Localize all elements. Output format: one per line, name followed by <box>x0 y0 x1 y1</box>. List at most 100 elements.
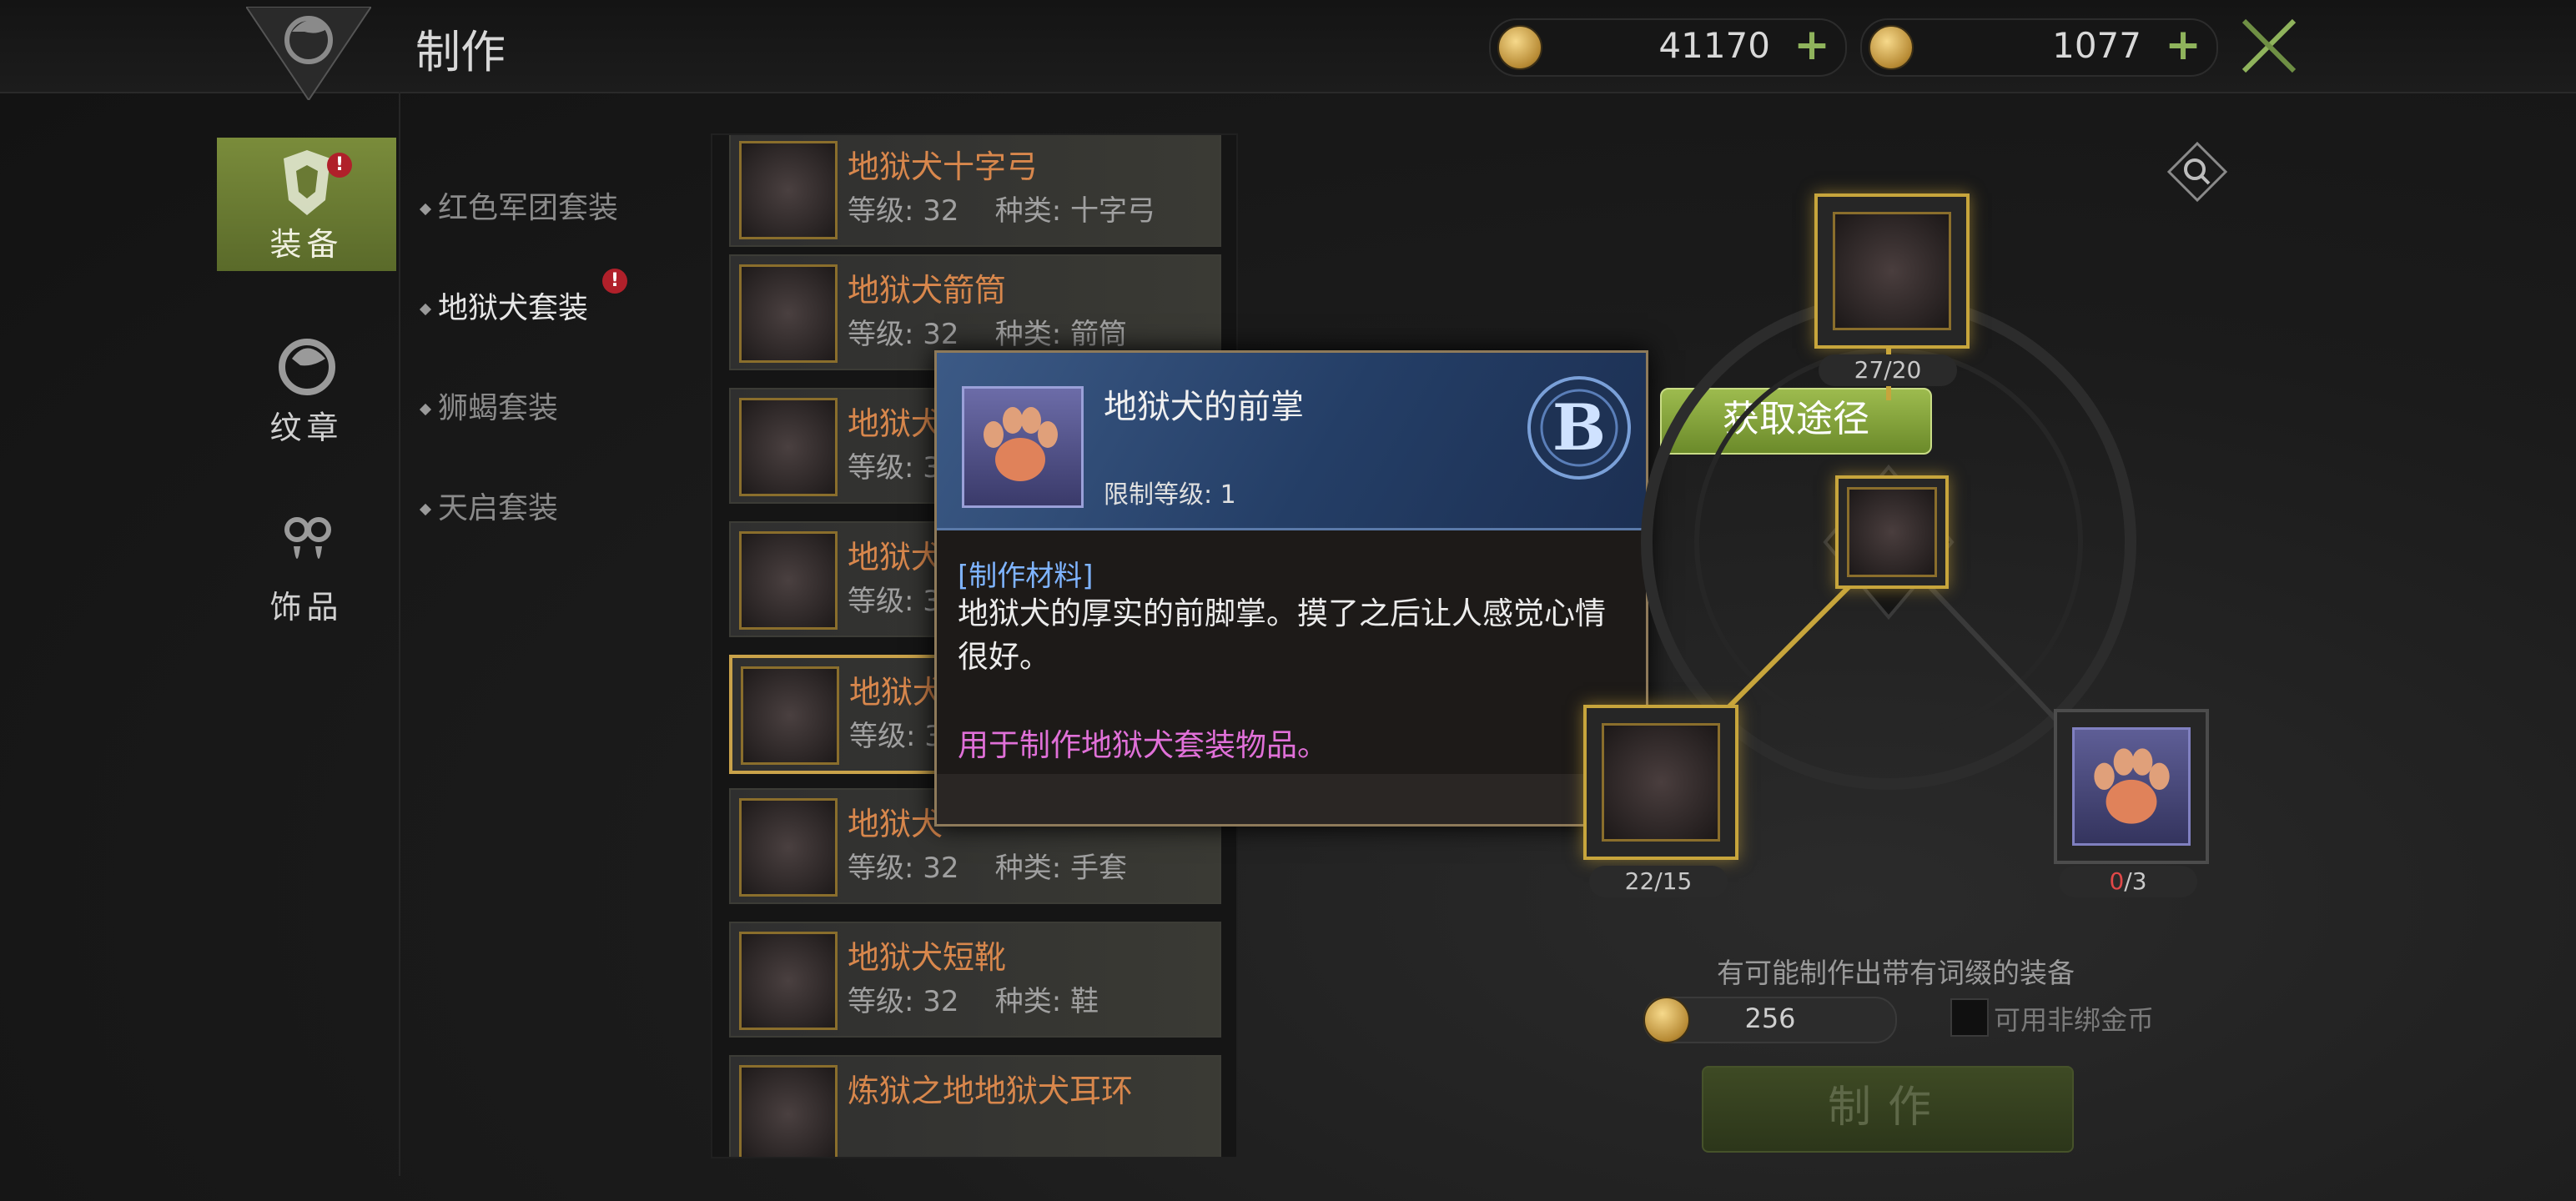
item-name: 炼狱之地地狱犬耳环 <box>848 1073 1134 1109</box>
unbound-gold-checkbox[interactable] <box>1950 998 1989 1037</box>
paw-material-icon <box>2072 727 2191 846</box>
magnifier-diamond-icon[interactable] <box>2167 142 2227 202</box>
gold-value: 1077 <box>2052 25 2141 66</box>
nav-item-accessory[interactable]: 饰品 <box>217 500 396 634</box>
required-count: /3 <box>2124 867 2147 895</box>
add-bound-gold-button[interactable]: + <box>1792 23 1832 67</box>
item-level: 等级: 3 <box>849 720 943 753</box>
paw-glyph-icon <box>2094 748 2170 824</box>
dragon-logo-icon <box>246 7 371 100</box>
close-crossed-swords-icon[interactable] <box>2236 13 2302 79</box>
tooltip-header: 地狱犬的前掌 限制等级: 1 B <box>937 353 1646 530</box>
earring-icon <box>739 1065 838 1157</box>
category-nav: ! 装备 纹章 饰品 <box>217 133 396 1159</box>
gold-coin-icon <box>1869 25 1914 70</box>
item-kind: 种类: 手套 <box>994 852 1128 885</box>
subnav-item-cerberus[interactable]: 地狱犬套装 <box>419 284 589 327</box>
subnav-label: 红色军团套装 <box>438 191 619 225</box>
tooltip-footer <box>937 774 1646 824</box>
material-slot-1[interactable] <box>1814 193 1970 349</box>
item-kind: 种类: 十字弓 <box>994 194 1156 228</box>
boots-icon <box>739 932 838 1030</box>
nav-label: 饰品 <box>269 589 344 626</box>
item-name: 地狱犬 <box>848 405 943 442</box>
paw-glyph-icon <box>984 407 1058 481</box>
bullet-icon <box>419 303 432 316</box>
item-name: 地狱犬十字弓 <box>848 148 1039 185</box>
material-slot-3[interactable] <box>2054 709 2209 864</box>
nav-item-equipment[interactable]: ! 装备 <box>217 138 396 271</box>
item-kind: 种类: 鞋 <box>994 985 1099 1018</box>
material-count-1: 27/20 <box>1819 354 1957 386</box>
item-level: 等级: 32 <box>848 985 959 1018</box>
required-count: /15 <box>1654 867 1693 895</box>
bullet-icon <box>419 203 432 216</box>
subnav-label: 地狱犬套装 <box>438 291 589 325</box>
tooltip-item-name: 地狱犬的前掌 <box>1104 388 1304 426</box>
item-name: 地狱犬箭筒 <box>848 272 1007 309</box>
notification-badge: ! <box>327 153 352 178</box>
item-name: 地狱犬短靴 <box>848 939 1007 976</box>
list-item[interactable]: 地狱犬短靴 等级: 32 种类: 鞋 <box>729 922 1221 1038</box>
tooltip-usage: 用于制作地狱犬套装物品。 <box>958 727 1328 763</box>
add-gold-button[interactable]: + <box>2163 23 2203 67</box>
subnav-item-apocalypse[interactable]: 天启套装 <box>419 484 559 527</box>
gold-cost-field: 256 <box>1643 997 1897 1043</box>
affix-hint: 有可能制作出带有词缀的装备 <box>1717 957 2075 989</box>
page-title: 制作 <box>415 26 506 78</box>
ore-material-icon <box>1602 723 1720 842</box>
item-level: 等级: 32 <box>848 852 959 885</box>
gold-counter: 1077 + <box>1860 18 2218 77</box>
subnav-item-red-legion[interactable]: 红色军团套装 <box>419 183 619 227</box>
item-name: 地狱犬 <box>849 674 945 711</box>
bound-gold-coin-icon <box>1497 25 1542 70</box>
item-level: 等级: 32 <box>848 318 959 351</box>
owned-count: 0 <box>2109 867 2125 895</box>
owned-count: 27 <box>1854 356 1884 384</box>
list-item[interactable]: 地狱犬十字弓 等级: 32 种类: 十字弓 <box>729 135 1221 247</box>
bullet-icon <box>419 503 432 516</box>
subnav-label: 天启套装 <box>438 491 559 525</box>
owned-count: 22 <box>1624 867 1655 895</box>
tooltip-item-type: [制作材料] <box>958 560 1094 593</box>
subnav-label: 狮蝎套装 <box>438 391 559 425</box>
item-name: 地狱犬 <box>848 539 943 575</box>
tooltip-level-requirement: 限制等级: 1 <box>1104 480 1236 510</box>
bound-gold-value: 41170 <box>1658 25 1770 66</box>
notification-badge: ! <box>602 269 627 294</box>
craft-button[interactable]: 制作 <box>1702 1066 2074 1153</box>
bound-gold-counter: 41170 + <box>1489 18 1847 77</box>
nav-item-emblem[interactable]: 纹章 <box>217 321 396 455</box>
helmet-icon <box>739 398 838 496</box>
item-meta: 等级: 32 种类: 手套 <box>848 845 1127 886</box>
material-slot-2[interactable] <box>1583 705 1738 860</box>
leg-armor-icon <box>741 666 839 765</box>
item-level: 等级: 3 <box>848 451 941 485</box>
paw-icon <box>962 386 1084 508</box>
item-level: 等级: 3 <box>848 585 941 618</box>
crossbow-icon <box>739 141 838 239</box>
material-count-3: 0/3 <box>2059 866 2197 897</box>
gloves-icon <box>739 798 838 897</box>
quiver-icon <box>739 264 838 363</box>
item-meta: 等级: 32 种类: 箭筒 <box>848 311 1127 352</box>
fur-material-icon <box>1833 212 1951 330</box>
material-count-2: 22/15 <box>1589 866 1728 897</box>
item-name: 地狱犬 <box>848 806 943 842</box>
subnav-item-manticore[interactable]: 狮蝎套装 <box>419 384 559 427</box>
leg-armor-icon <box>1847 487 1937 577</box>
item-tooltip: 地狱犬的前掌 限制等级: 1 B [制作材料] 地狱犬的厚实的前脚掌。摸了之后让… <box>934 350 1648 827</box>
earring-icon <box>284 517 331 559</box>
bullet-icon <box>419 403 432 416</box>
dragon-emblem-icon <box>279 339 335 395</box>
list-item[interactable]: 炼狱之地地狱犬耳环 <box>729 1055 1221 1157</box>
divider <box>399 92 400 1176</box>
item-level: 等级: 32 <box>848 194 959 228</box>
item-meta: 等级: 32 种类: 十字弓 <box>848 188 1155 229</box>
unbound-gold-label: 可用非绑金币 <box>1994 1004 2155 1036</box>
nav-label: 装备 <box>269 226 344 263</box>
result-item-slot[interactable] <box>1835 475 1949 589</box>
chest-armor-icon <box>739 531 838 630</box>
nav-label: 纹章 <box>269 410 344 446</box>
item-kind: 种类: 箭筒 <box>994 318 1128 351</box>
